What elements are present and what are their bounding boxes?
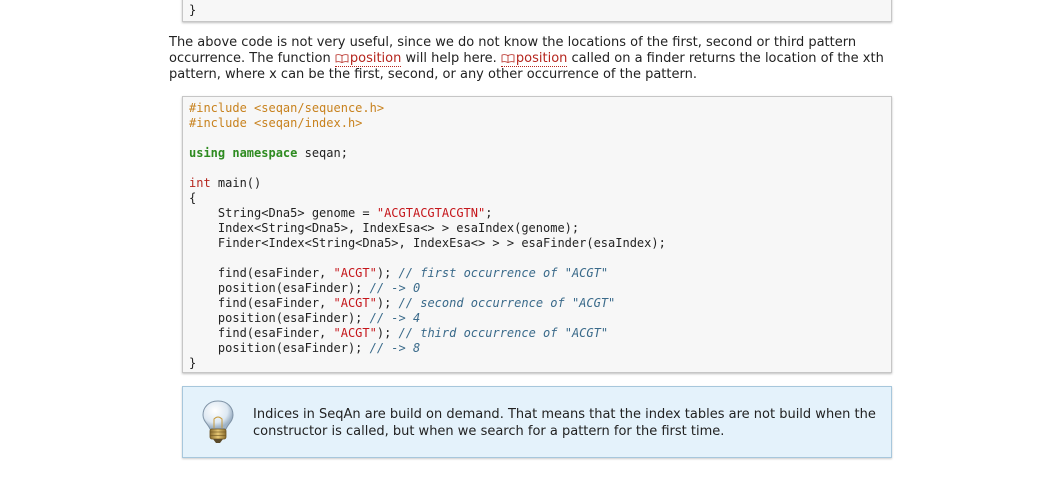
code-line-position-2: position(esaFinder); // -> 4	[189, 311, 420, 326]
code-text: }	[189, 356, 197, 370]
code-text: ;	[485, 206, 493, 220]
code-line-open-brace: {	[189, 191, 196, 206]
code-line-main: int main()	[189, 176, 261, 191]
code-text: String<Dna5> genome =	[189, 206, 377, 220]
previous-code-block: }	[182, 0, 892, 22]
code-line-position-1: position(esaFinder); // -> 0	[189, 281, 420, 296]
explanation-paragraph: The above code is not very useful, since…	[169, 35, 899, 83]
code-line-find-1: find(esaFinder, "ACGT"); // first occurr…	[189, 266, 608, 281]
code-text: {	[189, 191, 197, 205]
code-line-close-brace: }	[189, 356, 196, 371]
code-line-using: using namespace seqan;	[189, 146, 348, 161]
string-literal: "ACGTACGTACGTN"	[376, 206, 486, 220]
string-literal: "ACGT"	[333, 326, 377, 340]
code-text: position(esaFinder);	[189, 311, 370, 325]
code-comment: // -> 8	[369, 341, 421, 355]
code-text: Finder<Index<String<Dna5>, IndexEsa<> > …	[189, 236, 666, 250]
position-link-label-1: position	[349, 51, 402, 66]
code-comment: // second occurrence of "ACGT"	[398, 296, 616, 310]
code-text: find(esaFinder,	[189, 266, 334, 280]
code-text: );	[376, 266, 399, 280]
position-doc-link-2[interactable]: position	[500, 51, 568, 67]
code-line-position-3: position(esaFinder); // -> 8	[189, 341, 420, 356]
code-text: );	[376, 296, 399, 310]
code-text: seqan;	[297, 146, 348, 160]
preprocessor-keyword: #include	[189, 101, 247, 115]
code-closing-brace: }	[189, 3, 197, 17]
code-block: #include <seqan/sequence.h> #include <se…	[182, 96, 892, 373]
code-line-include-2: #include <seqan/index.h>	[189, 116, 362, 131]
code-line-finder: Finder<Index<String<Dna5>, IndexEsa<> > …	[189, 236, 666, 251]
include-path: <seqan/index.h>	[254, 116, 363, 130]
code-text: main()	[210, 176, 262, 190]
code-text: position(esaFinder);	[189, 281, 370, 295]
book-icon	[335, 54, 349, 63]
code-text: position(esaFinder);	[189, 341, 370, 355]
lightbulb-icon	[202, 400, 234, 443]
type-keyword: int	[189, 176, 211, 190]
paragraph-text-2: will help here.	[401, 51, 501, 66]
code-line-genome: String<Dna5> genome = "ACGTACGTACGTN";	[189, 206, 493, 221]
book-icon	[501, 54, 515, 63]
preprocessor-keyword: #include	[189, 116, 247, 130]
code-line-find-2: find(esaFinder, "ACGT"); // second occur…	[189, 296, 615, 311]
code-line-find-3: find(esaFinder, "ACGT"); // third occurr…	[189, 326, 608, 341]
code-line-index: Index<String<Dna5>, IndexEsa<> > esaInde…	[189, 221, 579, 236]
tip-note-text: Indices in SeqAn are build on demand. Th…	[253, 407, 876, 439]
tip-note-box: Indices in SeqAn are build on demand. Th…	[182, 386, 892, 458]
include-path: <seqan/sequence.h>	[254, 101, 385, 115]
string-literal: "ACGT"	[333, 266, 377, 280]
position-doc-link-1[interactable]: position	[334, 51, 402, 67]
code-text: );	[376, 326, 399, 340]
position-link-label-2: position	[515, 51, 568, 66]
code-comment: // first occurrence of "ACGT"	[398, 266, 609, 280]
code-line-include-1: #include <seqan/sequence.h>	[189, 101, 384, 116]
code-text: find(esaFinder,	[189, 296, 334, 310]
code-comment: // third occurrence of "ACGT"	[398, 326, 609, 340]
code-comment: // -> 4	[369, 311, 421, 325]
code-text: find(esaFinder,	[189, 326, 334, 340]
keyword: using namespace	[189, 146, 298, 160]
code-text: Index<String<Dna5>, IndexEsa<> > esaInde…	[189, 221, 580, 235]
code-comment: // -> 0	[369, 281, 421, 295]
string-literal: "ACGT"	[333, 296, 377, 310]
